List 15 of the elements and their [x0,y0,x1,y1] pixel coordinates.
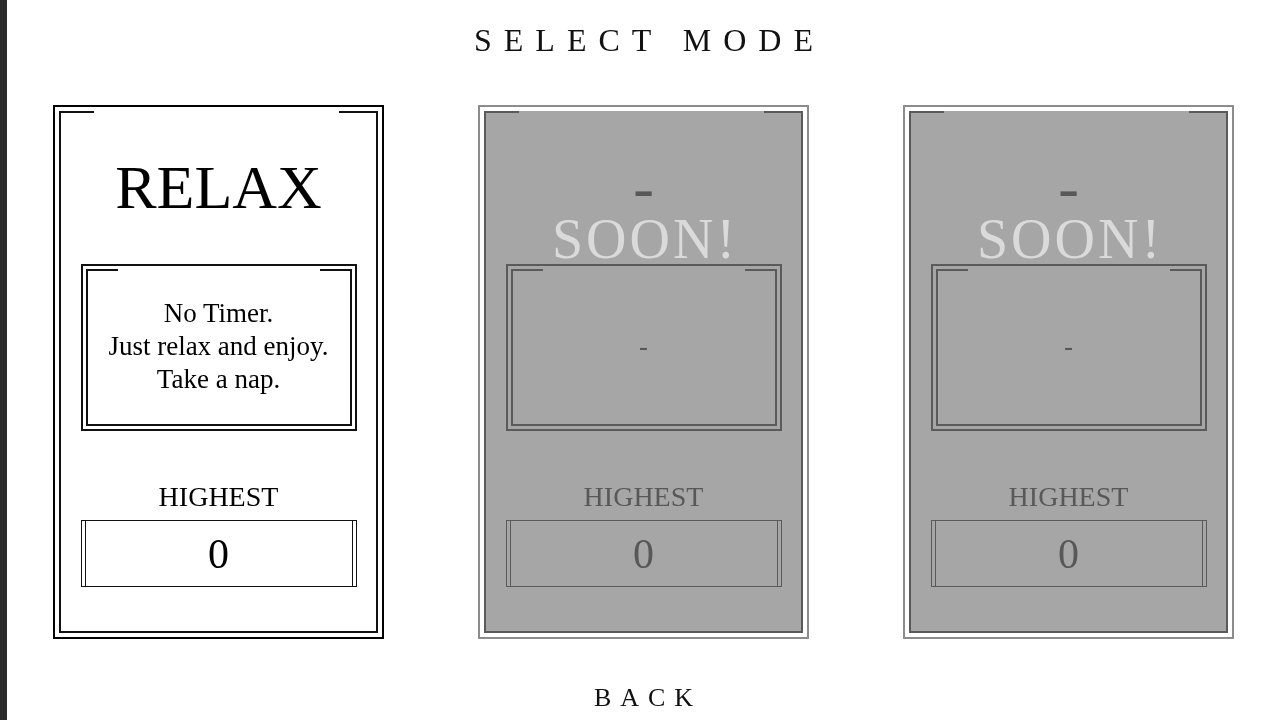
mode-description: - [1064,330,1073,363]
mode-description: - [639,330,648,363]
high-score-value: 0 [633,529,654,578]
mode-title: RELAX [115,152,322,222]
screen-title: SELECT MODE [473,21,825,60]
highest-score-label: HIGHEST [158,481,279,513]
mode-card[interactable]: RELAX No Timer. Just relax and enjoy. Take a nap. HIGHEST 0 [53,105,384,639]
high-score-value: 0 [1058,529,1079,578]
high-score-value: 0 [208,529,229,578]
back-button[interactable]: BACK [584,683,703,713]
highest-score-label: HIGHEST [583,481,704,513]
mode-title: - [633,152,654,221]
mode-title: - [1058,152,1079,221]
mode-description: No Timer. Just relax and enjoy. Take a nap. [108,297,329,396]
highest-score-label: HIGHEST [1008,481,1129,513]
